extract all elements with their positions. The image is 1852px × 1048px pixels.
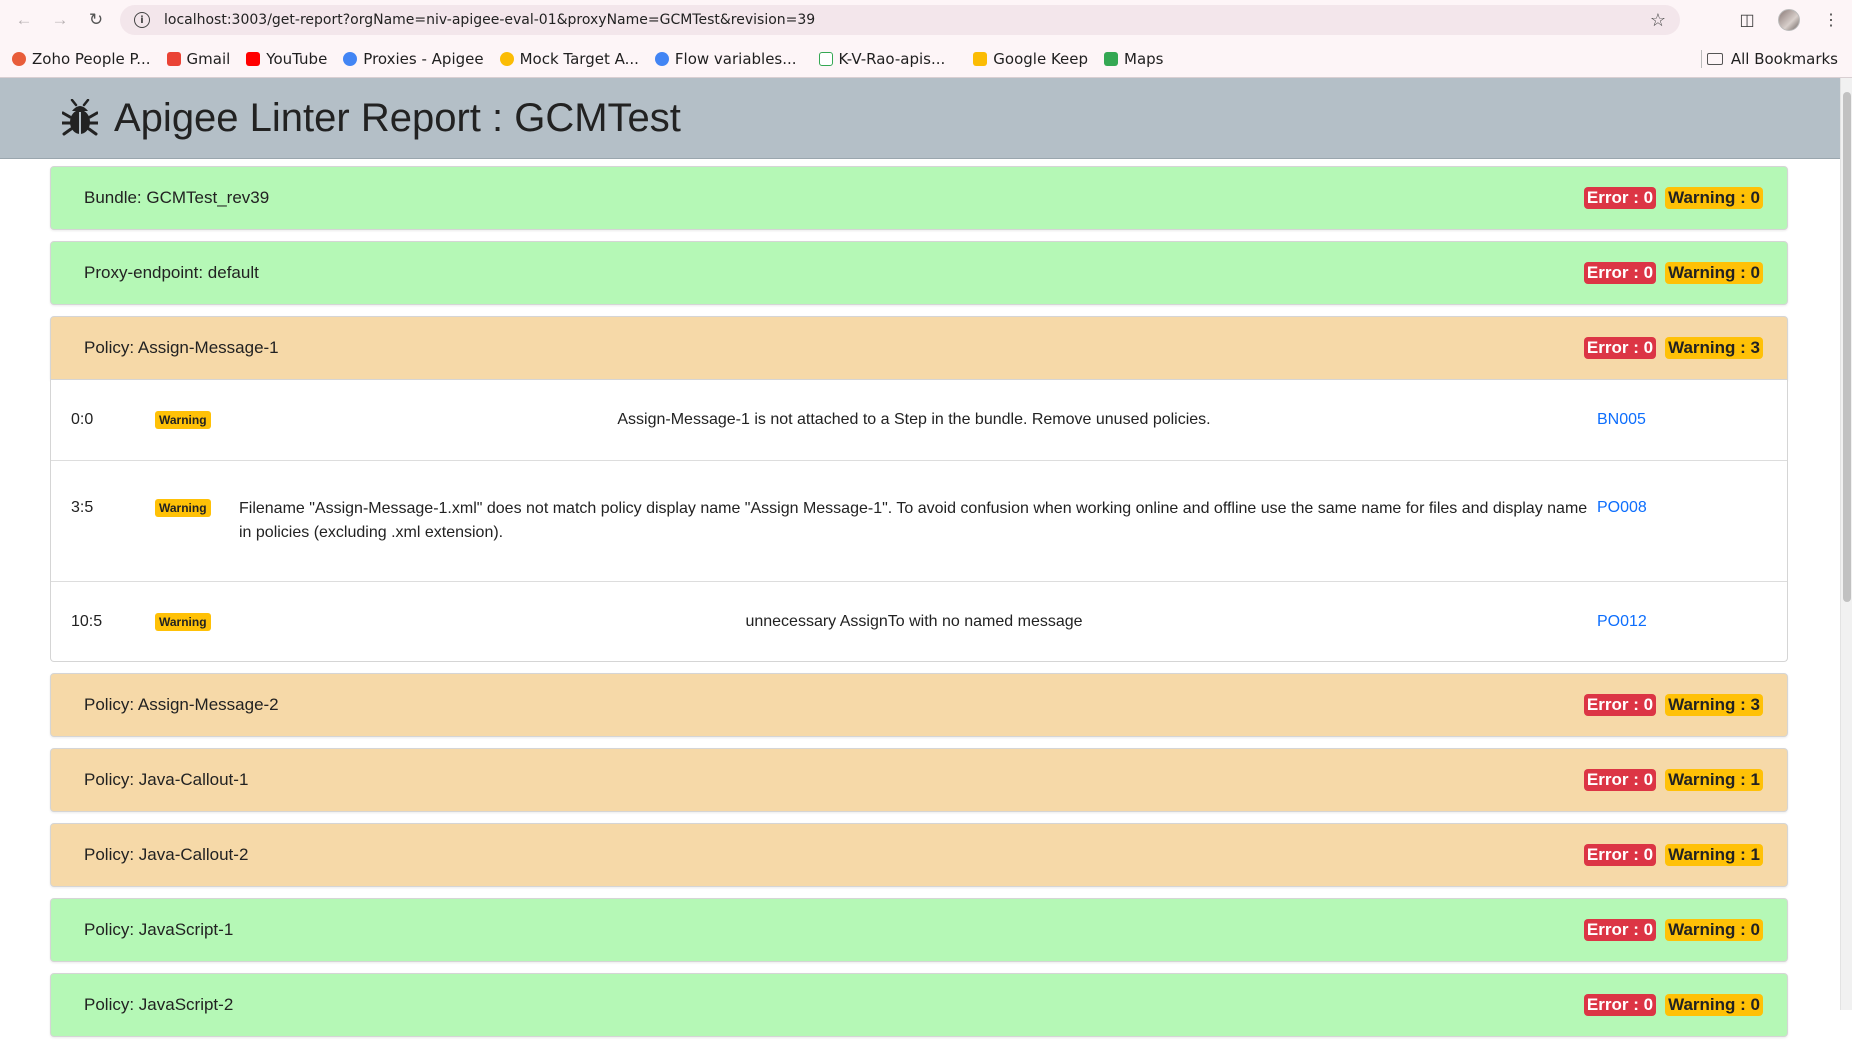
warning-level-badge: Warning — [155, 612, 211, 631]
warning-count-badge: Warning : 3 — [1665, 337, 1763, 359]
detail-message: unnecessary AssignTo with no named messa… — [745, 612, 1083, 630]
site-info-icon[interactable]: i — [134, 12, 150, 28]
reload-button[interactable]: ↻ — [78, 0, 114, 40]
profile-button[interactable] — [1768, 0, 1810, 40]
forward-button[interactable]: → — [42, 0, 78, 40]
item-title: Policy: JavaScript-1 — [84, 920, 234, 939]
error-count-badge: Error : 0 — [1583, 919, 1657, 941]
gmail-icon — [166, 51, 181, 66]
bookmark-star-icon[interactable]: ☆ — [1650, 10, 1666, 31]
report-item-bundle[interactable]: Bundle: GCMTest_rev39 Error : 0 Warning … — [50, 166, 1788, 230]
cloud-icon — [654, 51, 669, 66]
zoho-icon — [12, 51, 26, 66]
bookmark-flow-variables[interactable]: Flow variables... — [654, 50, 797, 68]
error-count-badge: Error : 0 — [1583, 337, 1657, 359]
detail-message: Assign-Message-1 is not attached to a St… — [617, 411, 1211, 428]
bookmark-maps[interactable]: Maps — [1104, 50, 1164, 68]
error-count-badge: Error : 0 — [1583, 694, 1657, 716]
item-title: Policy: Java-Callout-2 — [84, 845, 249, 864]
bookmark-proxies-apigee[interactable]: Proxies - Apigee — [343, 50, 484, 68]
apigee-icon — [343, 51, 358, 66]
detail-message: Filename "Assign-Message-1.xml" does not… — [239, 500, 1588, 541]
bookmark-mock-target[interactable]: Mock Target A... — [499, 50, 639, 68]
item-title: Policy: Assign-Message-2 — [84, 695, 279, 714]
report-item-assign-message-2[interactable]: Policy: Assign-Message-2 Error : 0 Warni… — [50, 673, 1788, 737]
avatar[interactable] — [1778, 9, 1800, 31]
bookmark-youtube[interactable]: YouTube — [246, 50, 327, 68]
warning-count-badge: Warning : 0 — [1665, 919, 1763, 941]
warning-level-badge: Warning — [155, 499, 211, 517]
detail-row: 10:5 Warning unnecessary AssignTo with n… — [51, 581, 1787, 661]
item-details: 0:0 Warning Assign-Message-1 is not atta… — [50, 380, 1788, 662]
detail-row: 0:0 Warning Assign-Message-1 is not atta… — [51, 380, 1787, 460]
warning-count-badge: Warning : 0 — [1665, 994, 1763, 1016]
cloud-icon — [499, 51, 514, 66]
report-item-proxy-endpoint[interactable]: Proxy-endpoint: default Error : 0 Warnin… — [50, 241, 1788, 305]
rule-code-link[interactable]: BN005 — [1597, 411, 1646, 429]
all-bookmarks-button[interactable]: All Bookmarks — [1706, 40, 1838, 78]
extensions-icon[interactable]: ◫ — [1726, 0, 1768, 40]
error-count-badge: Error : 0 — [1583, 844, 1657, 866]
rule-code-link[interactable]: PO008 — [1597, 499, 1647, 517]
bookmark-kv-rao[interactable]: K-V-Rao-apis... — [818, 50, 945, 68]
bookmark-gmail[interactable]: Gmail — [166, 50, 230, 68]
rule-code-link[interactable]: PO012 — [1597, 613, 1647, 631]
warning-count-badge: Warning : 1 — [1665, 844, 1763, 866]
menu-icon[interactable]: ⋮ — [1810, 0, 1852, 40]
bookmark-google-keep[interactable]: Google Keep — [973, 50, 1088, 68]
error-count-badge: Error : 0 — [1583, 769, 1657, 791]
scrollbar-thumb[interactable] — [1843, 92, 1851, 602]
page-scrollbar[interactable] — [1840, 78, 1852, 1010]
bookmark-zoho[interactable]: Zoho People P... — [12, 50, 151, 68]
bookmarks-bar: Zoho People P... Gmail YouTube Proxies -… — [0, 40, 1852, 78]
maps-icon — [1104, 51, 1119, 66]
bug-icon — [62, 99, 98, 136]
detail-position: 0:0 — [71, 411, 94, 428]
report-item-javascript-2[interactable]: Policy: JavaScript-2 Error : 0 Warning :… — [50, 973, 1788, 1037]
url-text[interactable]: localhost:3003/get-report?orgName=niv-ap… — [164, 12, 815, 28]
error-count-badge: Error : 0 — [1583, 262, 1657, 284]
item-title: Policy: Java-Callout-1 — [84, 770, 249, 789]
youtube-icon — [246, 51, 261, 66]
browser-toolbar: ← → ↻ i localhost:3003/get-report?orgNam… — [0, 0, 1852, 40]
warning-count-badge: Warning : 1 — [1665, 769, 1763, 791]
back-button[interactable]: ← — [6, 0, 42, 40]
report-list: Bundle: GCMTest_rev39 Error : 0 Warning … — [50, 166, 1788, 1048]
address-bar[interactable]: i localhost:3003/get-report?orgName=niv-… — [120, 5, 1680, 35]
item-title: Policy: JavaScript-2 — [84, 995, 234, 1014]
keep-icon — [973, 51, 988, 66]
error-count-badge: Error : 0 — [1583, 994, 1657, 1016]
warning-count-badge: Warning : 3 — [1665, 694, 1763, 716]
warning-count-badge: Warning : 0 — [1665, 187, 1763, 209]
report-item-java-callout-2[interactable]: Policy: Java-Callout-2 Error : 0 Warning… — [50, 823, 1788, 887]
item-title: Proxy-endpoint: default — [84, 263, 259, 282]
report-header: Apigee Linter Report : GCMTest — [0, 78, 1840, 159]
bookmarks-divider — [1701, 50, 1702, 68]
folder-icon — [1706, 53, 1723, 65]
item-title: Policy: Assign-Message-1 — [84, 338, 279, 357]
report-item-java-callout-1[interactable]: Policy: Java-Callout-1 Error : 0 Warning… — [50, 748, 1788, 812]
page-title: Apigee Linter Report : GCMTest — [114, 95, 681, 140]
warning-count-badge: Warning : 0 — [1665, 262, 1763, 284]
report-item-assign-message-1[interactable]: Policy: Assign-Message-1 Error : 0 Warni… — [50, 316, 1788, 380]
detail-position: 10:5 — [71, 612, 103, 630]
detail-row: 3:5 Warning Filename "Assign-Message-1.x… — [51, 460, 1787, 581]
report-item-javascript-1[interactable]: Policy: JavaScript-1 Error : 0 Warning :… — [50, 898, 1788, 962]
error-count-badge: Error : 0 — [1583, 187, 1657, 209]
page-icon — [818, 51, 833, 66]
item-title: Bundle: GCMTest_rev39 — [84, 188, 270, 207]
detail-position: 3:5 — [71, 499, 94, 516]
warning-level-badge: Warning — [155, 411, 211, 429]
